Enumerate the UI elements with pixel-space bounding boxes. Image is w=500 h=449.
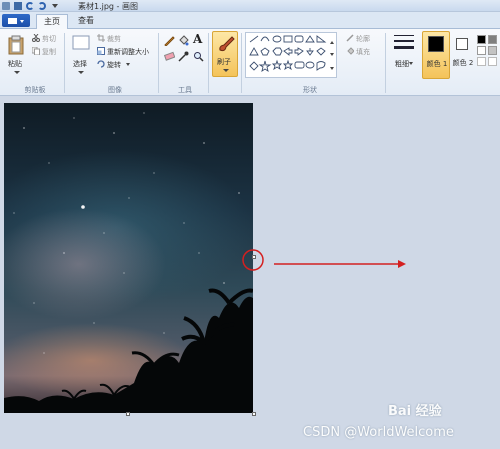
highlight-circle (242, 249, 264, 271)
arrowhead-icon (398, 260, 406, 268)
annotation-overlay (242, 249, 406, 271)
baidu-watermark: Bai 经验 (388, 404, 442, 419)
csdn-watermark: CSDN @WorldWelcome (303, 425, 454, 440)
